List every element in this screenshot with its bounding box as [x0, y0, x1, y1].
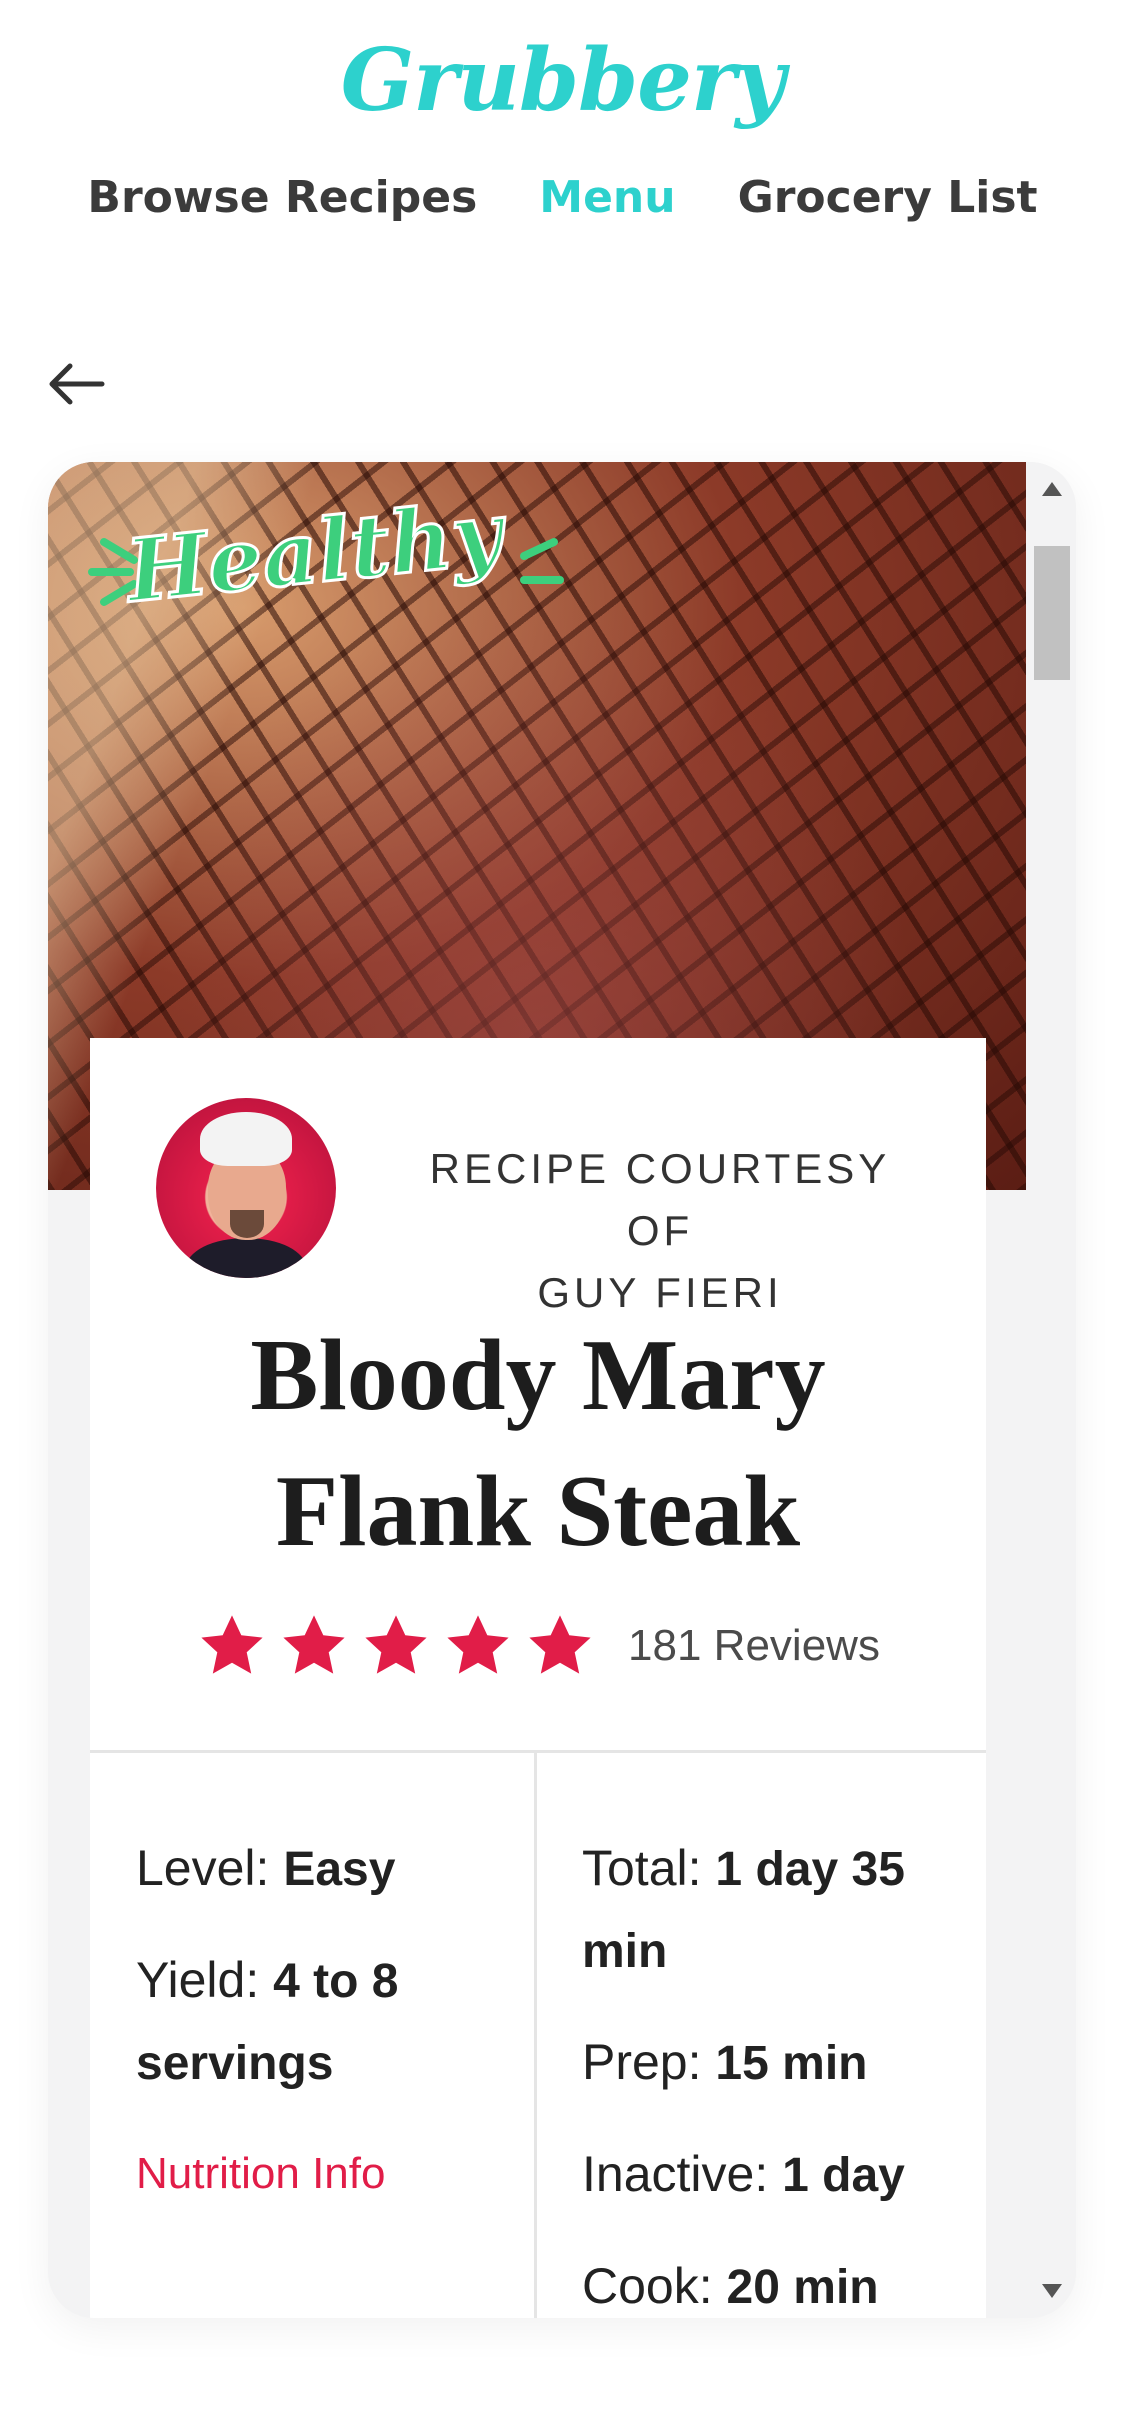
star-icon: [447, 1615, 509, 1674]
inactive-value: 1 day: [782, 2149, 905, 2202]
app: Grubbery Browse Recipes Menu Grocery Lis…: [0, 0, 1125, 2436]
cook-row: Cook: 20 min: [582, 2246, 972, 2318]
scrollbar[interactable]: [1026, 462, 1076, 2318]
cook-label: Cook:: [582, 2258, 713, 2314]
recipe-details-right: Total: 1 day 35 min Prep: 15 min Inactiv…: [582, 1828, 972, 2318]
recipe-courtesy: RECIPE COURTESY OF GUY FIERI: [390, 1138, 930, 1324]
scroll-down-icon[interactable]: [1042, 2284, 1062, 2298]
inactive-row: Inactive: 1 day: [582, 2134, 972, 2216]
recipe-scroll-area[interactable]: Healthy RECIPE COURTESY OF GUY FIERI Blo…: [48, 462, 1076, 2318]
prep-label: Prep:: [582, 2034, 702, 2090]
level-value: Easy: [283, 1843, 396, 1896]
reviews-count[interactable]: 181 Reviews: [628, 1621, 880, 1671]
courtesy-label: RECIPE COURTESY OF: [429, 1145, 891, 1254]
prep-row: Prep: 15 min: [582, 2022, 972, 2104]
recipe-details-left: Level: Easy Yield: 4 to 8 servings Nutri…: [136, 1828, 516, 2244]
prep-value: 15 min: [715, 2037, 868, 2090]
star-icon: [201, 1615, 263, 1674]
chef-avatar[interactable]: [156, 1098, 336, 1278]
rating-row[interactable]: 181 Reviews: [90, 1610, 986, 1682]
recipe-title-line-2: Flank Steak: [275, 1455, 801, 1568]
main-nav: Browse Recipes Menu Grocery List: [0, 172, 1125, 223]
nav-browse-recipes[interactable]: Browse Recipes: [87, 172, 477, 223]
recipe-title: Bloody Mary Flank Steak: [120, 1308, 956, 1580]
recipe-title-line-1: Bloody Mary: [250, 1319, 826, 1432]
scroll-up-icon[interactable]: [1042, 482, 1062, 496]
star-icon: [283, 1615, 345, 1674]
divider: [534, 1750, 537, 2318]
inactive-label: Inactive:: [582, 2146, 769, 2202]
divider: [90, 1750, 986, 1753]
nav-menu[interactable]: Menu: [539, 172, 675, 223]
back-arrow-icon[interactable]: [44, 352, 108, 416]
level-label: Level:: [136, 1840, 270, 1896]
star-icon: [365, 1615, 427, 1674]
yield-row: Yield: 4 to 8 servings: [136, 1940, 516, 2104]
cook-value: 20 min: [726, 2261, 879, 2314]
recipe-info-card: RECIPE COURTESY OF GUY FIERI Bloody Mary…: [90, 1038, 986, 2318]
total-row: Total: 1 day 35 min: [582, 1828, 972, 1992]
nutrition-info-link[interactable]: Nutrition Info: [136, 2134, 516, 2214]
yield-label: Yield:: [136, 1952, 260, 2008]
nav-grocery-list[interactable]: Grocery List: [738, 172, 1038, 223]
scrollbar-thumb[interactable]: [1034, 546, 1070, 680]
total-label: Total:: [582, 1840, 702, 1896]
brand-logo[interactable]: Grubbery: [0, 30, 1125, 131]
level-row: Level: Easy: [136, 1828, 516, 1910]
star-icon: [529, 1615, 591, 1674]
